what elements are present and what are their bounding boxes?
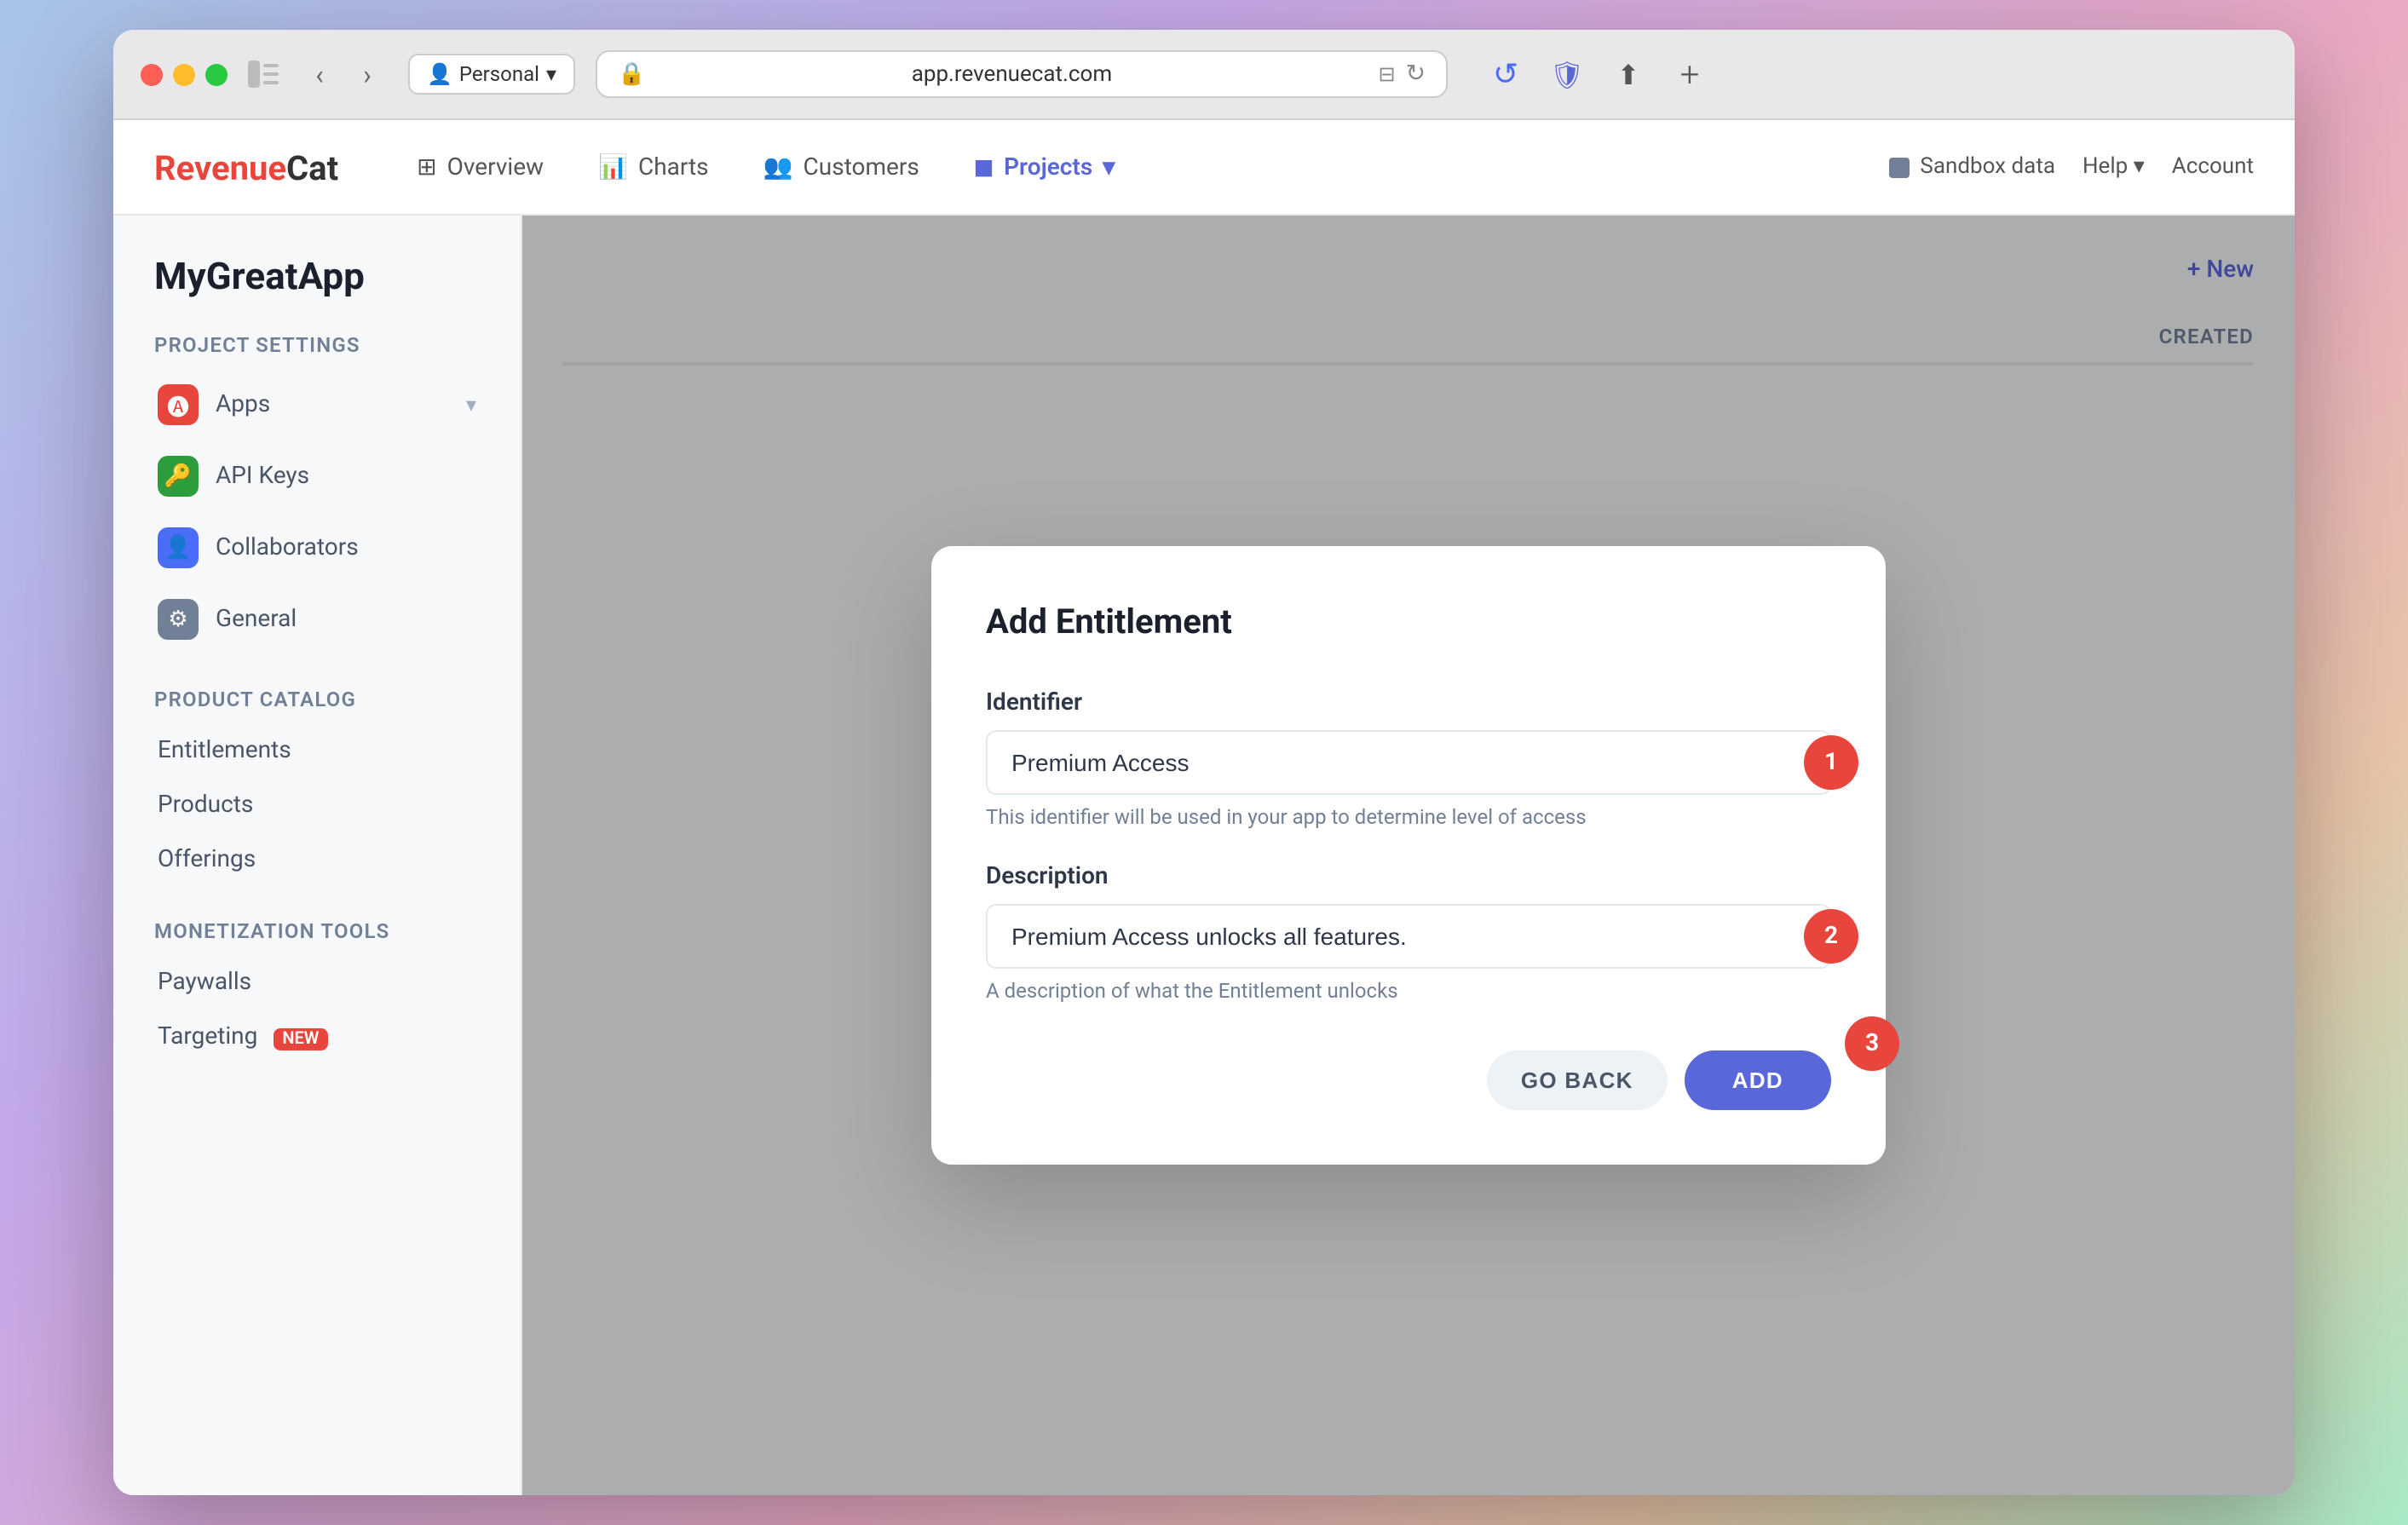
minimize-button[interactable]	[173, 63, 195, 85]
sidebar-item-offerings[interactable]: Offerings	[141, 834, 493, 885]
project-settings-section: Project settings	[141, 333, 493, 357]
nav-charts-label: Charts	[638, 153, 709, 181]
sandbox-badge[interactable]: Sandbox data	[1889, 154, 2055, 180]
nav-charts[interactable]: 📊 Charts	[574, 140, 733, 194]
modal-overlay: Add Entitlement Identifier 1 This identi…	[522, 216, 2295, 1495]
overview-icon: ⊞	[417, 153, 436, 181]
api-keys-label: API Keys	[216, 463, 309, 490]
nav-projects[interactable]: ◼ Projects ▾	[950, 140, 1138, 194]
nav-overview-label: Overview	[447, 153, 544, 181]
chevron-down-icon: ▾	[546, 62, 556, 86]
profile-icon: 👤	[427, 62, 452, 86]
projects-icon: ◼	[974, 153, 994, 181]
share-icon[interactable]: ⬆	[1604, 50, 1652, 98]
go-back-button[interactable]: GO BACK	[1487, 1050, 1668, 1110]
address-bar[interactable]: 🔒 app.revenuecat.com ⊟ ↻	[596, 50, 1448, 98]
projects-chevron: ▾	[1103, 153, 1115, 181]
help-button[interactable]: Help ▾	[2083, 154, 2145, 180]
nav-customers[interactable]: 👥 Customers	[740, 140, 943, 194]
step-1-badge: 1	[1804, 735, 1858, 790]
description-hint: A description of what the Entitlement un…	[986, 979, 1831, 1003]
sandbox-label: Sandbox data	[1920, 154, 2055, 180]
nav-right: Sandbox data Help ▾ Account	[1889, 154, 2254, 180]
sidebar-item-targeting[interactable]: Targeting NEW	[141, 1011, 493, 1062]
nav-arrows: ‹ ›	[299, 54, 388, 95]
sidebar-item-api-keys[interactable]: 🔑 API Keys	[141, 442, 493, 510]
identifier-label: Identifier	[986, 689, 1831, 716]
customers-icon: 👥	[763, 153, 793, 181]
logo-revenue: Revenue	[154, 147, 286, 187]
sidebar-toggle[interactable]	[248, 60, 279, 88]
identifier-input-wrapper: 1	[986, 730, 1831, 795]
browser-actions: ↺ 🛡 ⬆ +	[1482, 50, 1714, 98]
account-button[interactable]: Account	[2172, 154, 2254, 180]
traffic-lights	[141, 63, 228, 85]
shield-icon[interactable]: 🛡	[1543, 50, 1591, 98]
lock-icon: 🔒	[618, 61, 645, 87]
forward-arrow[interactable]: ›	[347, 54, 388, 95]
close-button[interactable]	[141, 63, 163, 85]
apps-chevron-icon: ▾	[466, 393, 476, 417]
nav-projects-label: Projects	[1004, 153, 1092, 181]
identifier-input[interactable]	[986, 730, 1831, 795]
general-icon: ⚙	[158, 599, 199, 640]
collaborators-icon: 👤	[158, 527, 199, 568]
top-nav: RevenueCat ⊞ Overview 📊 Charts 👥 Custome…	[113, 120, 2295, 216]
reader-icon: ⊟	[1378, 62, 1395, 86]
modal-footer: GO BACK ADD 3	[986, 1050, 1831, 1110]
back-arrow[interactable]: ‹	[299, 54, 340, 95]
sidebar-item-products[interactable]: Products	[141, 780, 493, 831]
nav-customers-label: Customers	[804, 153, 919, 181]
sidebar-item-paywalls[interactable]: Paywalls	[141, 957, 493, 1008]
profile-label: Personal	[459, 62, 539, 86]
app-content: RevenueCat ⊞ Overview 📊 Charts 👥 Custome…	[113, 120, 2295, 1495]
main-content: + New Created Add Entitlement Identifier	[522, 216, 2295, 1495]
product-catalog-section: Product catalog	[141, 688, 493, 711]
modal-title: Add Entitlement	[986, 601, 1831, 642]
url-text: app.revenuecat.com	[655, 61, 1368, 87]
description-group: Description 2 A description of what the …	[986, 863, 1831, 1003]
browser-titlebar: ‹ › 👤 Personal ▾ 🔒 app.revenuecat.com ⊟ …	[113, 30, 2295, 120]
apps-icon: 🅐	[158, 384, 199, 425]
api-keys-icon: 🔑	[158, 456, 199, 497]
monetization-section: Monetization tools	[141, 919, 493, 943]
revenueCat-extension[interactable]: ↺	[1482, 50, 1529, 98]
charts-icon: 📊	[598, 153, 628, 181]
identifier-hint: This identifier will be used in your app…	[986, 805, 1831, 829]
general-label: General	[216, 606, 297, 633]
main-layout: MyGreatApp Project settings 🅐 Apps ▾ 🔑 A…	[113, 216, 2295, 1495]
description-input[interactable]	[986, 904, 1831, 969]
apps-label: Apps	[216, 391, 270, 418]
new-tab-button[interactable]: +	[1666, 50, 1714, 98]
description-input-wrapper: 2	[986, 904, 1831, 969]
nav-items: ⊞ Overview 📊 Charts 👥 Customers ◼ Projec…	[393, 140, 1889, 194]
profile-button[interactable]: 👤 Personal ▾	[408, 54, 575, 95]
logo[interactable]: RevenueCat	[154, 147, 338, 187]
description-label: Description	[986, 863, 1831, 890]
collaborators-label: Collaborators	[216, 534, 359, 561]
add-button[interactable]: ADD	[1685, 1050, 1831, 1110]
maximize-button[interactable]	[205, 63, 228, 85]
step-2-badge: 2	[1804, 909, 1858, 964]
targeting-new-badge: NEW	[274, 1028, 327, 1050]
nav-overview[interactable]: ⊞ Overview	[393, 140, 567, 194]
identifier-group: Identifier 1 This identifier will be use…	[986, 689, 1831, 829]
sidebar-item-apps[interactable]: 🅐 Apps ▾	[141, 371, 493, 439]
sidebar-item-entitlements[interactable]: Entitlements	[141, 725, 493, 776]
reload-icon[interactable]: ↻	[1406, 60, 1426, 88]
logo-cat: Cat	[286, 147, 338, 187]
sidebar: MyGreatApp Project settings 🅐 Apps ▾ 🔑 A…	[113, 216, 522, 1495]
sandbox-dot	[1889, 157, 1910, 177]
sidebar-item-general[interactable]: ⚙ General	[141, 585, 493, 653]
add-entitlement-modal: Add Entitlement Identifier 1 This identi…	[931, 546, 1886, 1165]
browser-window: ‹ › 👤 Personal ▾ 🔒 app.revenuecat.com ⊟ …	[113, 30, 2295, 1495]
step-3-badge: 3	[1845, 1016, 1899, 1071]
sidebar-item-collaborators[interactable]: 👤 Collaborators	[141, 514, 493, 582]
page-title: MyGreatApp	[141, 256, 493, 299]
